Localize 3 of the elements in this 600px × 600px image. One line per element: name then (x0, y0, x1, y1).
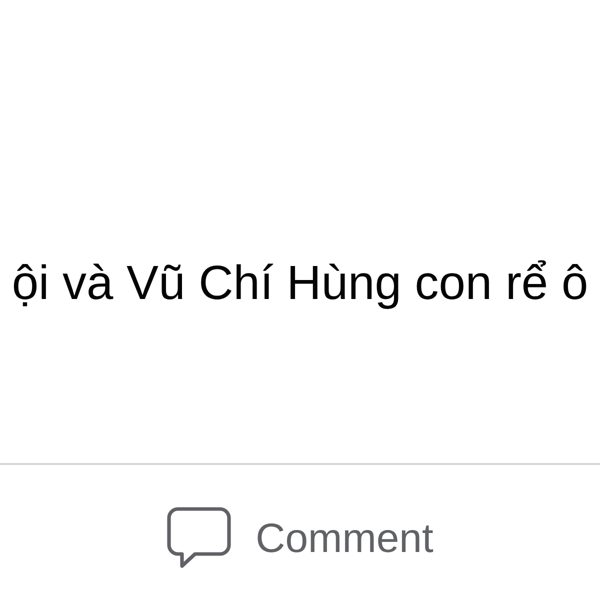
speech-bubble-icon (166, 507, 231, 569)
post-text: ội và Vũ Chí Hùng con rể ô (10, 256, 590, 312)
comment-button[interactable]: Comment (166, 507, 434, 569)
